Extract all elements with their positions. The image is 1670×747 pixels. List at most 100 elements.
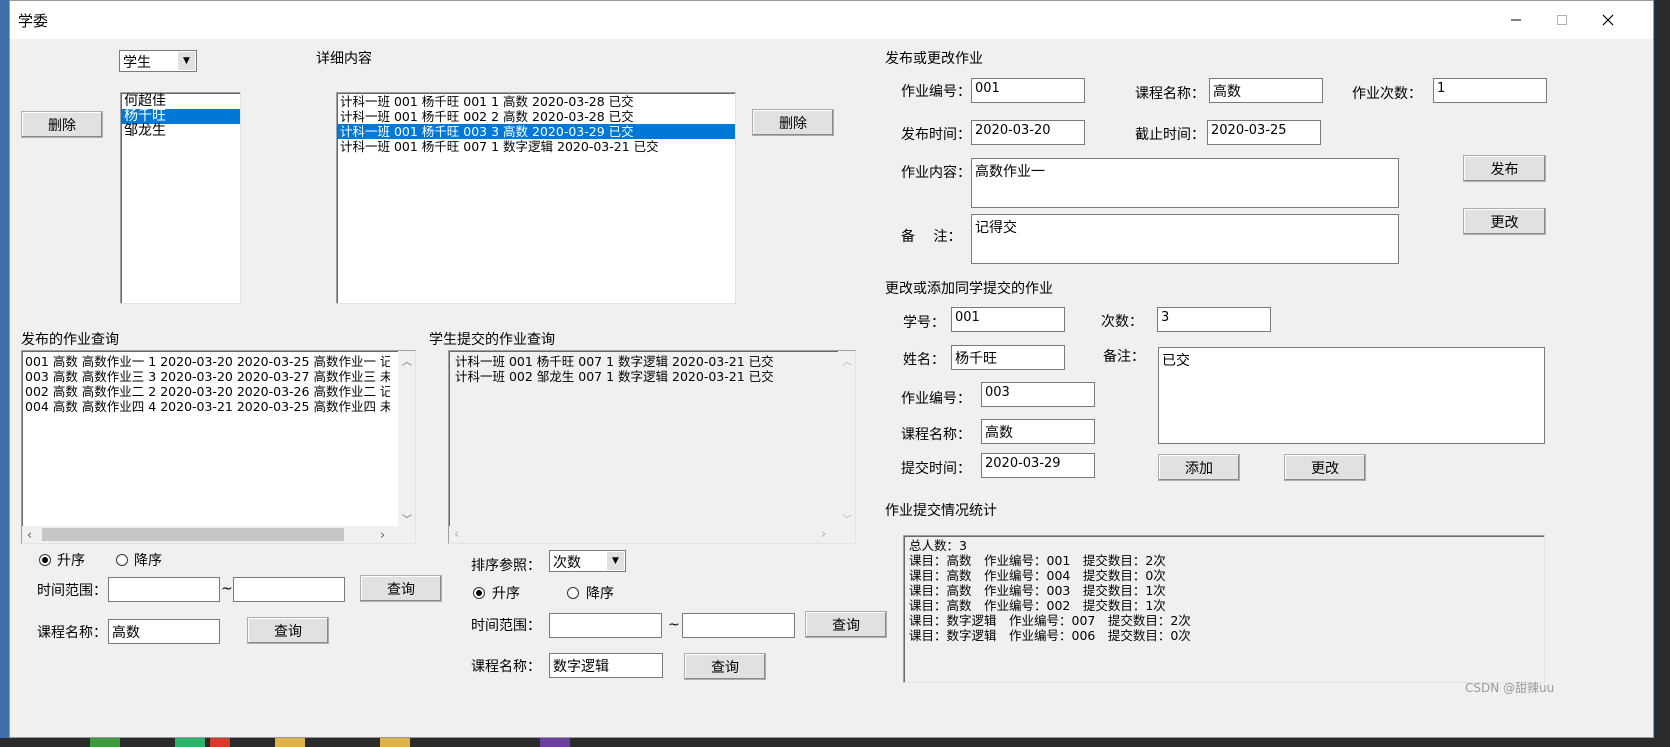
chevron-down-icon[interactable]: ▼ (178, 52, 195, 70)
student-desc-radio[interactable] (567, 587, 579, 599)
student-asc-radio[interactable] (473, 587, 485, 599)
detail-list-item[interactable]: 计科一班 001 杨千旺 007 1 数字逻辑 2020-03-21 已交 (337, 139, 735, 154)
publish-time-field[interactable]: 2020-03-20 (971, 120, 1085, 145)
submission-course-field[interactable]: 高数 (981, 419, 1095, 444)
publish-button-label: 发布 (1490, 161, 1519, 178)
deadline-label: 截止时间： (1135, 127, 1205, 143)
student-query-label: 查询 (832, 617, 860, 634)
maximize-icon[interactable] (1539, 1, 1585, 39)
scroll-up-icon[interactable]: ︿ (842, 353, 852, 368)
scroll-left-icon[interactable]: ‹ (27, 528, 32, 543)
vertical-scrollbar[interactable]: ︿ ﹀ (398, 351, 415, 526)
delete-student-button[interactable]: 删除 (21, 111, 103, 138)
main-window: 学委 学生 ▼ 删除 何超佳 杨千旺 邹龙生 详细内容 计科一班 001 杨千旺 0… (9, 0, 1654, 738)
published-range-start[interactable] (108, 577, 220, 602)
published-list-item[interactable]: 004 高数 高数作业四 4 2020-03-21 2020-03-25 高数作… (22, 399, 390, 414)
student-range-start[interactable] (549, 613, 662, 638)
scroll-right-icon[interactable]: › (821, 527, 826, 542)
desktop-background (0, 0, 9, 747)
student-list[interactable]: 何超佳 杨千旺 邹龙生 (120, 92, 241, 304)
published-course-label: 课程名称： (37, 625, 107, 641)
published-asc-radio[interactable] (39, 554, 51, 566)
delete-detail-button[interactable]: 删除 (752, 109, 834, 136)
hw-no-label: 作业编号： (901, 84, 971, 100)
remark-field[interactable]: 记得交 (971, 214, 1399, 264)
published-list[interactable]: 001 高数 高数作业一 1 2020-03-20 2020-03-25 高数作… (21, 350, 416, 544)
student-list-item[interactable]: 邹龙生 (121, 124, 240, 139)
close-icon[interactable] (1585, 1, 1631, 39)
student-range-end[interactable] (682, 613, 795, 638)
student-name-field[interactable]: 杨千旺 (951, 345, 1065, 370)
student-submission-item[interactable]: 计科一班 001 杨千旺 007 1 数字逻辑 2020-03-21 已交 (451, 354, 855, 369)
detail-header: 详细内容 (316, 51, 372, 67)
submit-time-field[interactable]: 2020-03-29 (981, 453, 1095, 478)
publish-button[interactable]: 发布 (1463, 155, 1546, 182)
detail-list-item[interactable]: 计科一班 001 杨千旺 003 3 高数 2020-03-29 已交 (337, 124, 735, 139)
student-list-item[interactable]: 杨千旺 (121, 109, 240, 124)
modify-homework-label: 更改 (1490, 214, 1519, 231)
stats-header: 作业提交情况统计 (885, 503, 997, 519)
delete-detail-label: 删除 (779, 115, 807, 132)
submission-remark-field[interactable]: 已交 (1158, 347, 1545, 444)
detail-list[interactable]: 计科一班 001 杨千旺 001 1 高数 2020-03-28 已交 计科一班 … (336, 92, 736, 304)
sort-ref-select[interactable]: 次数 ▼ (549, 550, 626, 572)
published-list-item[interactable]: 003 高数 高数作业三 3 2020-03-20 2020-03-27 高数作… (22, 369, 390, 384)
modify-submission-button[interactable]: 更改 (1284, 454, 1366, 481)
content-field[interactable]: 高数作业一 (971, 158, 1399, 208)
student-course-query-label: 查询 (711, 659, 739, 676)
horizontal-scrollbar[interactable]: ‹ › (22, 526, 415, 543)
course-field[interactable]: 高数 (1209, 78, 1323, 103)
modify-homework-button[interactable]: 更改 (1463, 208, 1546, 235)
taskbar-icon (275, 738, 305, 747)
submission-hw-no-field[interactable]: 003 (981, 382, 1095, 407)
published-desc-radio[interactable] (116, 554, 128, 566)
content-label: 作业内容： (901, 165, 971, 181)
count-field[interactable]: 3 (1157, 307, 1271, 332)
times-field[interactable]: 1 (1433, 78, 1547, 103)
course-label: 课程名称： (1135, 86, 1205, 102)
scroll-right-icon[interactable]: › (380, 528, 385, 543)
published-course-field[interactable]: 高数 (108, 619, 220, 644)
published-query-button[interactable]: 查询 (360, 575, 442, 602)
student-type-value: 学生 (123, 55, 151, 71)
add-submission-button[interactable]: 添加 (1158, 454, 1240, 481)
student-list-item[interactable]: 何超佳 (121, 94, 240, 109)
published-query-header: 发布的作业查询 (21, 332, 119, 348)
student-query-header: 学生提交的作业查询 (429, 332, 555, 348)
student-submission-list[interactable]: 计科一班 001 杨千旺 007 1 数字逻辑 2020-03-21 已交 计科一… (448, 350, 856, 544)
taskbar-icon (90, 738, 120, 747)
chevron-down-icon[interactable]: ▼ (607, 552, 624, 570)
delete-student-label: 删除 (48, 117, 76, 134)
hw-no-field[interactable]: 001 (971, 78, 1085, 103)
submission-hw-no-label: 作业编号： (901, 391, 971, 407)
stats-line: 课目：高数 作业编号：002 提交数目：1次 (909, 598, 1166, 613)
published-course-query-button[interactable]: 查询 (247, 617, 329, 644)
student-submission-item[interactable]: 计科一班 002 邹龙生 007 1 数字逻辑 2020-03-21 已交 (451, 369, 855, 384)
student-query-button[interactable]: 查询 (805, 611, 887, 638)
scroll-up-icon[interactable]: ︿ (402, 353, 412, 368)
student-type-select[interactable]: 学生 ▼ (119, 50, 197, 72)
sort-ref-label: 排序参照： (471, 558, 541, 574)
student-course-query-button[interactable]: 查询 (684, 653, 766, 680)
detail-list-item[interactable]: 计科一班 001 杨千旺 001 1 高数 2020-03-28 已交 (337, 94, 735, 109)
detail-list-item[interactable]: 计科一班 001 杨千旺 002 2 高数 2020-03-28 已交 (337, 109, 735, 124)
taskbar-icon (175, 738, 205, 747)
student-tilde: ~ (668, 617, 680, 633)
scroll-down-icon[interactable]: ﹀ (842, 511, 852, 526)
submission-course-label: 课程名称： (901, 427, 971, 443)
watermark: CSDN @甜辣uu (1465, 681, 1555, 695)
minimize-icon[interactable] (1493, 1, 1539, 39)
published-range-end[interactable] (233, 577, 345, 602)
deadline-field[interactable]: 2020-03-25 (1207, 120, 1321, 145)
horizontal-scrollbar-2[interactable]: ‹ › (449, 526, 855, 543)
taskbar-strip (0, 738, 1670, 747)
published-list-item[interactable]: 001 高数 高数作业一 1 2020-03-20 2020-03-25 高数作… (22, 354, 390, 369)
scroll-left-icon[interactable]: ‹ (454, 527, 459, 542)
student-course-field[interactable]: 数字逻辑 (549, 653, 663, 678)
published-list-item[interactable]: 002 高数 高数作业二 2 2020-03-20 2020-03-26 高数作… (22, 384, 390, 399)
published-query-label: 查询 (387, 581, 415, 598)
vertical-scrollbar-2[interactable]: ︿ ﹀ (838, 351, 855, 526)
student-id-field[interactable]: 001 (951, 307, 1065, 332)
scroll-thumb[interactable] (42, 528, 344, 541)
scroll-down-icon[interactable]: ﹀ (402, 511, 412, 526)
